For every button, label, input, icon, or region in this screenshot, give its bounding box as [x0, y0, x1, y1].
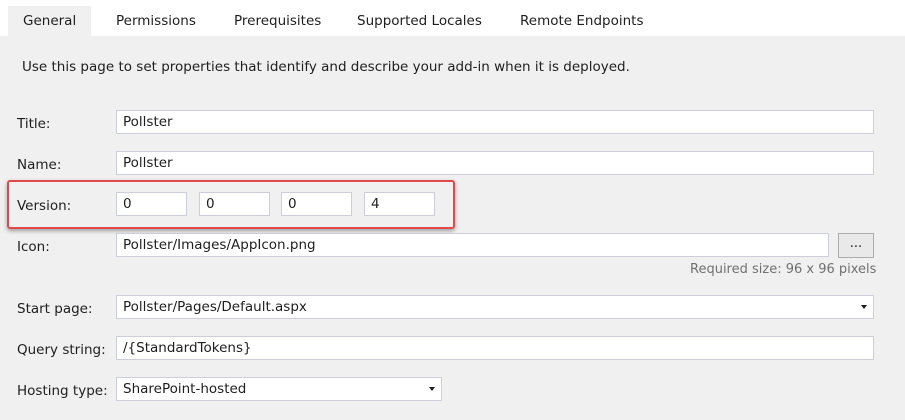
- start-page-dropdown[interactable]: Pollster/Pages/Default.aspx: [116, 295, 874, 319]
- chevron-down-icon: [861, 305, 867, 309]
- start-page-value: Pollster/Pages/Default.aspx: [123, 299, 307, 315]
- title-field[interactable]: Pollster: [116, 110, 874, 134]
- query-string-label: Query string:: [17, 342, 106, 358]
- page-description: Use this page to set properties that ide…: [22, 59, 630, 75]
- tab-general[interactable]: General: [8, 6, 92, 36]
- name-field[interactable]: Pollster: [116, 151, 874, 175]
- tab-permissions[interactable]: Permissions: [101, 6, 211, 36]
- tab-supported-locales[interactable]: Supported Locales: [342, 6, 497, 36]
- chevron-down-icon: [429, 387, 435, 391]
- icon-size-hint: Required size: 96 x 96 pixels: [690, 262, 877, 277]
- query-string-field[interactable]: /{StandardTokens}: [116, 336, 874, 360]
- tab-prerequisites[interactable]: Prerequisites: [219, 6, 336, 36]
- icon-browse-button[interactable]: ...: [838, 233, 874, 258]
- tab-bar: General Permissions Prerequisites Suppor…: [0, 0, 905, 36]
- title-label: Title:: [17, 116, 51, 132]
- hosting-type-value: SharePoint-hosted: [123, 381, 247, 397]
- icon-label: Icon:: [17, 239, 50, 255]
- tab-remote-endpoints[interactable]: Remote Endpoints: [505, 6, 659, 36]
- start-page-label: Start page:: [17, 301, 93, 317]
- hosting-type-dropdown[interactable]: SharePoint-hosted: [116, 377, 442, 401]
- hosting-type-label: Hosting type:: [17, 383, 108, 399]
- version-highlight-box: [7, 180, 455, 229]
- icon-path-field[interactable]: Pollster/Images/AppIcon.png: [116, 233, 829, 257]
- name-label: Name:: [17, 157, 62, 173]
